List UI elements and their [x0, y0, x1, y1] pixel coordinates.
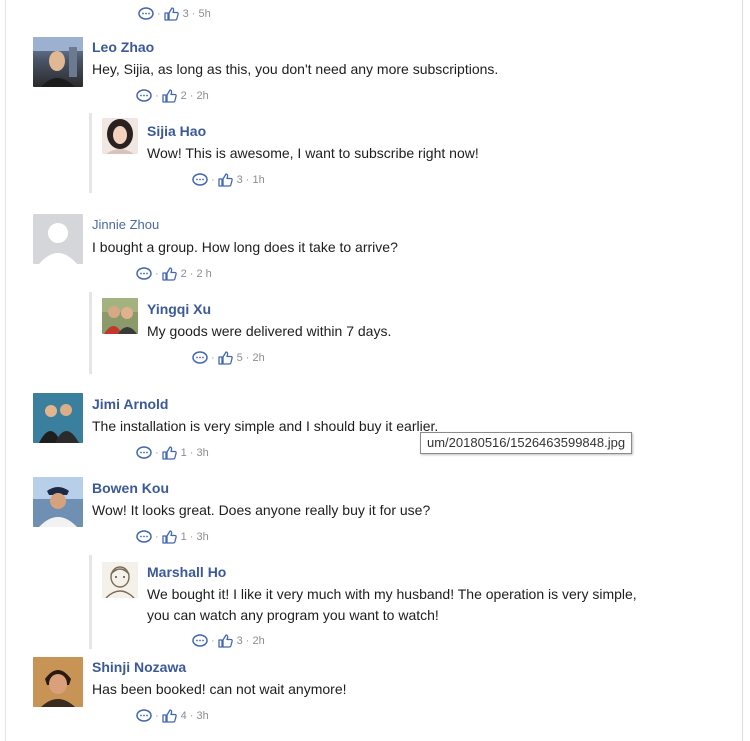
comment-time: 1h: [252, 174, 265, 186]
comment-time: 3h: [196, 447, 209, 459]
thumbs-up-icon[interactable]: [218, 351, 233, 365]
comment-bubble-icon[interactable]: [138, 7, 154, 21]
avatar[interactable]: [102, 298, 138, 334]
comment-time: 2h: [196, 90, 209, 102]
like-count: 5: [236, 352, 243, 364]
like-count: 3: [236, 174, 243, 186]
comment-bubble-icon[interactable]: [192, 351, 208, 365]
reply-thread-bar: [89, 113, 92, 193]
comment-meta: · 3 · 5h: [138, 6, 211, 22]
comment-text: The installation is very simple and I sh…: [92, 418, 439, 434]
comment-time: 2h: [252, 352, 265, 364]
commenter-name[interactable]: Yingqi Xu: [147, 301, 211, 317]
commenter-name[interactable]: Jinnie Zhou: [92, 217, 159, 232]
like-count: 3: [182, 8, 189, 20]
comment-text-line-1: We bought it! I like it very much with m…: [147, 586, 637, 602]
comment-text: Wow! It looks great. Does anyone really …: [92, 502, 431, 518]
comment-text-line-2: you can watch any program you want to wa…: [147, 607, 439, 623]
commenter-name[interactable]: Shinji Nozawa: [92, 659, 186, 675]
avatar[interactable]: [33, 37, 83, 87]
like-count: 3: [236, 635, 243, 647]
comment-meta: · 3 · 2h: [192, 633, 265, 649]
like-count: 2: [180, 268, 187, 280]
avatar[interactable]: [33, 214, 83, 264]
avatar[interactable]: [102, 562, 138, 598]
frame-left-border: [5, 0, 6, 741]
comment-bubble-icon[interactable]: [192, 173, 208, 187]
commenter-name[interactable]: Sijia Hao: [147, 123, 206, 139]
thumbs-up-icon[interactable]: [162, 530, 177, 544]
comment-time: 2h: [252, 635, 265, 647]
comment-bubble-icon[interactable]: [136, 89, 152, 103]
comment-text: My goods were delivered within 7 days.: [147, 323, 392, 339]
commenter-name[interactable]: Bowen Kou: [92, 480, 169, 496]
comment-meta: · 2 · 2 h: [136, 266, 212, 282]
avatar[interactable]: [33, 393, 83, 443]
thumbs-up-icon[interactable]: [162, 709, 177, 723]
comment-time: 2 h: [196, 268, 212, 280]
like-count: 1: [180, 447, 187, 459]
comment-bubble-icon[interactable]: [136, 530, 152, 544]
comment-bubble-icon[interactable]: [136, 709, 152, 723]
comment-time: 3h: [196, 531, 209, 543]
thumbs-up-icon[interactable]: [162, 89, 177, 103]
comment-meta: · 5 · 2h: [192, 350, 265, 366]
comment-bubble-icon[interactable]: [136, 446, 152, 460]
comment-text: Wow! This is awesome, I want to subscrib…: [147, 145, 479, 161]
frame-right-border: [742, 0, 743, 741]
like-count: 1: [180, 531, 187, 543]
comment-text: Hey, Sijia, as long as this, you don't n…: [92, 61, 499, 77]
commenter-name[interactable]: Leo Zhao: [92, 39, 154, 55]
avatar[interactable]: [33, 657, 83, 707]
comment-meta: · 3 · 1h: [192, 172, 265, 188]
like-count: 2: [180, 90, 187, 102]
comment-text: Has been booked! can not wait anymore!: [92, 681, 347, 697]
thumbs-up-icon[interactable]: [162, 446, 177, 460]
comment-meta: · 2 · 2h: [136, 88, 209, 104]
comment-bubble-icon[interactable]: [136, 267, 152, 281]
reply-thread-bar: [89, 555, 92, 649]
commenter-name[interactable]: Jimi Arnold: [92, 396, 169, 412]
like-count: 4: [180, 710, 187, 722]
comment-meta: · 1 · 3h: [136, 529, 209, 545]
avatar[interactable]: [102, 118, 138, 154]
comment-time: 5h: [198, 8, 211, 20]
comment-meta: · 1 · 3h: [136, 445, 209, 461]
url-tooltip: um/20180516/1526463599848.jpg: [420, 432, 633, 454]
commenter-name[interactable]: Marshall Ho: [147, 564, 226, 580]
thumbs-up-icon[interactable]: [164, 7, 179, 21]
comment-bubble-icon[interactable]: [192, 634, 208, 648]
thumbs-up-icon[interactable]: [162, 267, 177, 281]
comment-meta: · 4 · 3h: [136, 708, 209, 724]
comment-text: I bought a group. How long does it take …: [92, 239, 398, 255]
avatar[interactable]: [33, 477, 83, 527]
thumbs-up-icon[interactable]: [218, 173, 233, 187]
comment-time: 3h: [196, 710, 209, 722]
thumbs-up-icon[interactable]: [218, 634, 233, 648]
reply-thread-bar: [89, 292, 92, 374]
